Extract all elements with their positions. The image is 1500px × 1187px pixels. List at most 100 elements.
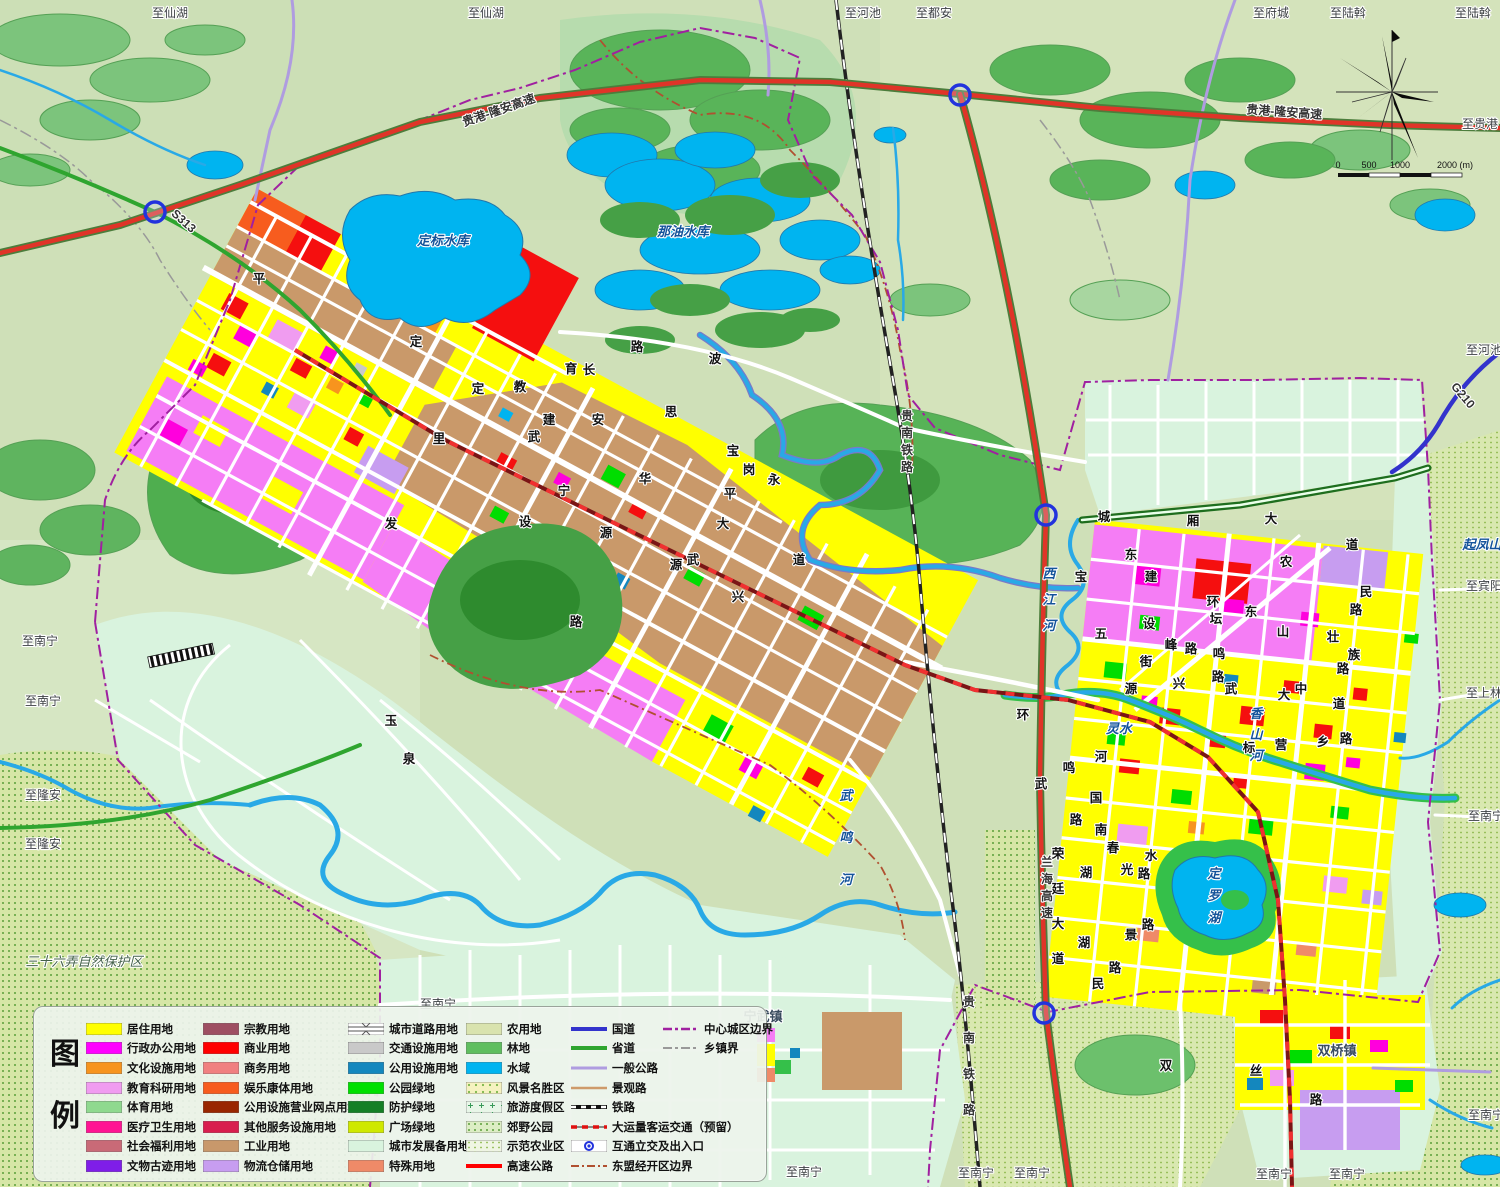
map-label: 湖 xyxy=(1078,935,1091,950)
map-label: 源 xyxy=(1125,681,1138,696)
map-label: 山 xyxy=(1277,624,1290,639)
road-junction-diagram xyxy=(348,1023,384,1035)
map-label: 至南宁 xyxy=(786,1164,822,1179)
legend-swatch xyxy=(203,1121,239,1133)
legend-column-2: 宗教用地 商业用地 商务用地 娱乐康体用地 公用设施营业网点用地 其他服务设施用… xyxy=(203,1019,359,1176)
legend-swatch xyxy=(466,1042,502,1054)
legend-label: 乡镇界 xyxy=(704,1040,739,1056)
map-label: 国 xyxy=(1090,791,1103,805)
legend-label: 娱乐康体用地 xyxy=(244,1080,313,1096)
legend-line-expressway xyxy=(466,1160,502,1172)
map-label: 定 xyxy=(471,381,485,396)
legend-label: 医疗卫生用地 xyxy=(127,1119,196,1135)
legend-swatch-agri-zone xyxy=(466,1140,502,1152)
map-label: 宁 xyxy=(558,483,571,498)
legend-label: 公用设施用地 xyxy=(389,1060,458,1076)
map-label: 鸣 xyxy=(1213,646,1226,661)
legend-label: 商业用地 xyxy=(244,1040,290,1056)
map-label: 教 xyxy=(513,379,527,394)
legend-swatch xyxy=(203,1140,239,1152)
map-label: 农 xyxy=(1279,554,1293,569)
map-label: 路 xyxy=(1337,661,1350,676)
map-label: 至南宁 xyxy=(1468,1107,1500,1122)
map-label: 城 xyxy=(1098,509,1111,524)
legend-label: 城市道路用地 xyxy=(389,1021,458,1037)
map-label: 定标水库 xyxy=(416,233,472,248)
map-label: 民 xyxy=(1360,585,1373,599)
map-label: 至南宁 xyxy=(1256,1166,1292,1181)
legend-swatch xyxy=(348,1121,384,1133)
map-label: 路 xyxy=(1340,731,1353,746)
map-page: 0 500 1000 2000 (m) 至仙湖至仙湖至河池至都安至府城至陆斡至陆… xyxy=(0,0,1500,1187)
map-label: 源 xyxy=(670,557,683,572)
map-label: 路 xyxy=(1138,866,1151,881)
map-label: 至南宁 xyxy=(25,693,61,708)
map-label: 街 xyxy=(1139,654,1153,669)
map-label: 路 xyxy=(1185,641,1198,656)
map-label: 至仙湖 xyxy=(152,5,188,20)
map-label: 大 xyxy=(1265,511,1278,526)
map-label: 湖 xyxy=(1080,865,1093,880)
map-label: 至仙湖 xyxy=(468,5,504,20)
map-label: 至南宁 xyxy=(958,1165,994,1180)
legend-label: 铁路 xyxy=(612,1099,635,1115)
map-label: 波 xyxy=(709,351,722,366)
legend-label: 其他服务设施用地 xyxy=(244,1119,336,1135)
map-label: 华 xyxy=(639,471,652,486)
map-label: 至隆安 xyxy=(25,787,61,802)
map-label: 五 xyxy=(1095,627,1108,641)
legend-label: 教育科研用地 xyxy=(127,1080,196,1096)
map-label: 乡 xyxy=(1317,734,1330,749)
legend-line-central-city-boundary xyxy=(663,1023,699,1035)
legend-swatch xyxy=(86,1160,122,1172)
map-label: 源 xyxy=(600,525,613,540)
legend-label: 广场绿地 xyxy=(389,1119,435,1135)
map-label: 设 xyxy=(1143,616,1156,631)
legend-label: 城市发展备用地 xyxy=(389,1138,470,1154)
map-label: 至都安 xyxy=(916,5,952,20)
legend-label: 宗教用地 xyxy=(244,1021,290,1037)
map-label: 建 xyxy=(543,412,556,427)
legend-swatch xyxy=(466,1062,502,1074)
legend-swatch xyxy=(86,1042,122,1054)
map-label: 光 xyxy=(1120,862,1134,877)
legend-label: 公园绿地 xyxy=(389,1080,435,1096)
legend-swatch xyxy=(203,1042,239,1054)
legend-column-3: 城市道路用地 交通设施用地 公用设施用地 公园绿地 防护绿地 广场绿地 城市发展… xyxy=(348,1019,470,1176)
map-label: 至河池 xyxy=(845,6,881,20)
map-label: 宝 xyxy=(1075,569,1088,584)
legend-label: 社会福利用地 xyxy=(127,1138,196,1154)
legend-column-4: 农用地 林地 水域 风景名胜区 旅游度假区 郊野公园 示范农业区 高速公路 xyxy=(466,1019,565,1176)
scale-tick: 500 xyxy=(1361,160,1376,170)
map-label: 路 xyxy=(1109,960,1122,975)
map-label: 那油水库 xyxy=(657,224,712,239)
scale-tick: 1000 xyxy=(1390,160,1410,170)
legend-swatch xyxy=(86,1023,122,1035)
legend-label: 大运量客运交通（预留） xyxy=(612,1119,739,1135)
map-label: 思 xyxy=(665,405,678,419)
map-label: 至河池 xyxy=(1466,343,1500,357)
map-label: 至南宁 xyxy=(22,633,58,648)
map-label: 河 xyxy=(1095,749,1108,764)
map-label: 南 xyxy=(1095,822,1108,837)
legend-swatch-scenic xyxy=(466,1082,502,1094)
legend-label: 东盟经开区边界 xyxy=(612,1158,693,1174)
legend-line-asean-boundary xyxy=(571,1160,607,1172)
map-label: 厢 xyxy=(1187,514,1200,528)
legend-label: 林地 xyxy=(507,1040,530,1056)
legend-line-national-road xyxy=(571,1023,607,1035)
legend-label: 体育用地 xyxy=(127,1099,173,1115)
legend-column-1: 居住用地 行政办公用地 文化设施用地 教育科研用地 体育用地 医疗卫生用地 社会… xyxy=(86,1019,196,1176)
map-label: 玉 xyxy=(385,714,398,728)
map-label: 路 xyxy=(1142,917,1155,932)
legend-column-6: 中心城区边界 乡镇界 xyxy=(663,1019,773,1058)
map-label: 中 xyxy=(1295,681,1308,696)
map-label: 至贵港 xyxy=(1462,117,1498,131)
map-label: 环 xyxy=(1017,708,1030,722)
map-label: 武 xyxy=(528,429,541,444)
map-label: 发 xyxy=(384,516,398,531)
legend-title-char: 图 xyxy=(48,1029,82,1091)
map-label: 至陆斡 xyxy=(1455,5,1491,20)
map-label: 灵水 xyxy=(1106,721,1133,736)
map-label: 兴 xyxy=(1173,676,1186,691)
